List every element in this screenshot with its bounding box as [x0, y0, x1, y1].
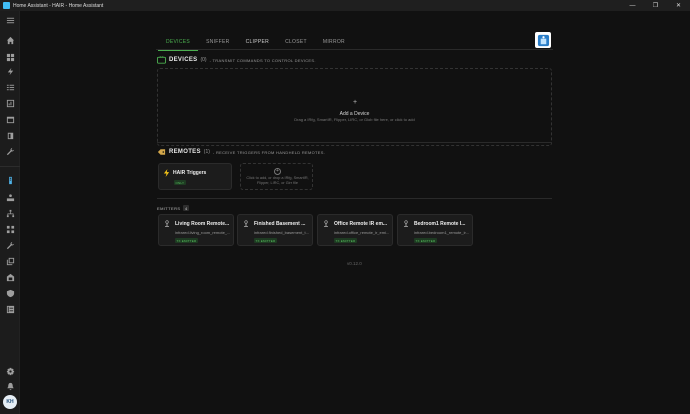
- add-device-subtitle: Drag a IRfg, SmartIR, Flipper, LIRC, or …: [294, 117, 415, 122]
- home-assistant-logo-icon: [3, 2, 10, 9]
- calendar-icon[interactable]: [4, 113, 16, 125]
- hub-icon[interactable]: [4, 191, 16, 203]
- emitter-badge: TX EMITTER: [254, 238, 277, 243]
- window-titlebar: Home Assistant - HAIR - Home Assistant —…: [0, 0, 690, 11]
- window-controls: — ❐ ✕: [621, 0, 690, 11]
- menu-icon[interactable]: [4, 14, 16, 26]
- tv-icon: [157, 56, 166, 64]
- emitter-entity-id: infrared.bedroom1_remote_ir...: [414, 230, 469, 235]
- lightning-icon: [163, 169, 170, 177]
- list-view-icon[interactable]: [4, 303, 16, 315]
- remotes-count: (1): [203, 149, 210, 155]
- remotes-section-header: REMOTES (1) - RECEIVE TRIGGERS FROM HAND…: [157, 148, 325, 156]
- emitter-card[interactable]: Bedroom1 Remote I... infrared.bedroom1_r…: [397, 214, 473, 246]
- emitter-card[interactable]: Living Room Remote... infrared.living_ro…: [158, 214, 234, 246]
- bell-icon[interactable]: [4, 380, 16, 392]
- devices-count: (0): [200, 57, 207, 63]
- network-icon[interactable]: [4, 207, 16, 219]
- emitters-header: EMITTERS 4: [157, 205, 189, 211]
- emitters-count: 4: [183, 205, 189, 211]
- hair-logo-icon: [535, 32, 551, 48]
- gear-icon[interactable]: [4, 365, 16, 377]
- list-icon[interactable]: [4, 81, 16, 93]
- remote-badge: ONLY: [174, 180, 186, 185]
- emitter-card[interactable]: Finished Basement ... infrared.finished_…: [237, 214, 313, 246]
- wrench-icon[interactable]: [4, 145, 16, 157]
- emitter-icon: [324, 220, 328, 227]
- emitter-name: Living Room Remote...: [175, 221, 230, 227]
- tabs-divider: [156, 49, 553, 50]
- emitter-name: Bedroom1 Remote I...: [414, 221, 466, 227]
- devices-section-header: DEVICES (0) - TRANSMIT COMMANDS TO CONTR…: [157, 56, 316, 64]
- add-device-dropzone[interactable]: + Add a Device Drag a IRfg, SmartIR, Fli…: [157, 68, 552, 146]
- add-remote-dropzone[interactable]: + Click to add, or drop a IRfg, SmartIR,…: [240, 163, 313, 190]
- section-divider: [157, 198, 552, 199]
- emitter-badge: TX EMITTER: [414, 238, 437, 243]
- devices-description: - TRANSMIT COMMANDS TO CONTROL DEVICES.: [209, 57, 316, 63]
- emitter-entity-id: infrared.living_room_remote_...: [175, 230, 231, 235]
- emitter-name: Office Remote IR em...: [334, 221, 388, 227]
- emitter-badge: TX EMITTER: [175, 238, 198, 243]
- lightning-icon[interactable]: [4, 65, 16, 77]
- main-content: DEVICES SNIFFER CLIPPER CLOSET MIRROR DE…: [20, 11, 690, 414]
- remotes-description: - RECEIVE TRIGGERS FROM HANDHELD REMOTES…: [212, 149, 326, 155]
- sidebar: KH: [0, 11, 20, 414]
- remotes-heading: REMOTES: [169, 149, 201, 155]
- avatar[interactable]: KH: [3, 395, 17, 409]
- emitter-name: Finished Basement ...: [254, 221, 306, 227]
- add-remote-text: Click to add, or drop a IRfg, SmartIR, F…: [246, 176, 309, 185]
- remote-name: HAIR Triggers: [173, 170, 207, 176]
- emitter-entity-id: infrared.finished_basement_t...: [254, 230, 309, 235]
- sidebar-divider: [0, 166, 20, 167]
- grid-icon[interactable]: [4, 51, 16, 63]
- add-circle-icon: +: [274, 168, 281, 175]
- version-label: v0.12.0: [347, 261, 362, 266]
- home-icon[interactable]: [4, 34, 16, 46]
- tag-icon: [157, 149, 166, 155]
- close-button[interactable]: ✕: [667, 0, 690, 11]
- devices-heading: DEVICES: [169, 57, 198, 63]
- emitter-icon: [244, 220, 248, 227]
- barn-icon[interactable]: [4, 271, 16, 283]
- grid-small-icon[interactable]: [4, 223, 16, 235]
- minimize-button[interactable]: —: [621, 0, 644, 11]
- emitter-icon: [165, 220, 169, 227]
- emitter-icon: [404, 220, 408, 227]
- maximize-button[interactable]: ❐: [644, 0, 667, 11]
- emitters-heading: EMITTERS: [157, 205, 181, 211]
- window-title: Home Assistant - HAIR - Home Assistant: [13, 2, 104, 9]
- section-divider: [157, 142, 552, 143]
- tool-icon[interactable]: [4, 239, 16, 251]
- chart-icon[interactable]: [4, 97, 16, 109]
- shield-icon[interactable]: [4, 287, 16, 299]
- box-icon[interactable]: [4, 129, 16, 141]
- remote-icon[interactable]: [4, 174, 16, 186]
- remote-card-hair-triggers[interactable]: HAIR Triggers ONLY: [158, 163, 232, 190]
- emitter-card[interactable]: Office Remote IR em... infrared.office_r…: [317, 214, 393, 246]
- emitter-entity-id: infrared.office_remote_ir_emi...: [334, 230, 390, 235]
- copy-icon[interactable]: [4, 255, 16, 267]
- emitter-badge: TX EMITTER: [334, 238, 357, 243]
- plus-icon: +: [353, 99, 358, 106]
